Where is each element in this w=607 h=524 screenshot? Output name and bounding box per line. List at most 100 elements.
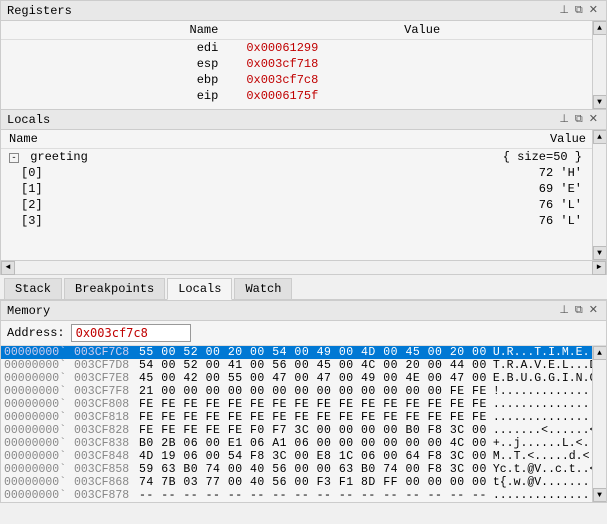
- locals-greeting-row: - greeting { size=50 }: [1, 149, 606, 166]
- memory-addr1: 00000000`: [1, 385, 71, 398]
- locals-close-btn[interactable]: ✕: [587, 114, 600, 125]
- memory-row[interactable]: 00000000`003CF7F821 00 00 00 00 00 00 00…: [1, 385, 606, 398]
- memory-hex: FE FE FE FE FE FE FE FE FE FE FE FE FE F…: [136, 398, 490, 411]
- memory-ascii: ................: [490, 489, 606, 502]
- locals-scrollbar-h[interactable]: ◄ ►: [1, 260, 606, 274]
- locals-scroll-right[interactable]: ►: [592, 261, 606, 275]
- memory-float-btn[interactable]: ⧉: [573, 305, 585, 316]
- tab-stack[interactable]: Stack: [4, 278, 62, 299]
- memory-addr2: 003CF848: [71, 450, 136, 463]
- memory-scroll-down[interactable]: ▼: [593, 488, 607, 502]
- memory-row[interactable]: 00000000`003CF808FE FE FE FE FE FE FE FE…: [1, 398, 606, 411]
- tab-breakpoints[interactable]: Breakpoints: [64, 278, 165, 299]
- memory-scrollbar-v[interactable]: ▲ ▼: [592, 346, 606, 502]
- memory-hex: FE FE FE FE FE FE FE FE FE FE FE FE FE F…: [136, 411, 490, 424]
- locals-table: Name Value - greeting { size=50 } [0] 72…: [1, 130, 606, 229]
- locals-greeting-2-name: [2]: [1, 197, 279, 213]
- memory-row[interactable]: 00000000`003CF878-- -- -- -- -- -- -- --…: [1, 489, 606, 502]
- memory-row[interactable]: 00000000`003CF818FE FE FE FE FE FE FE FE…: [1, 411, 606, 424]
- memory-row[interactable]: 00000000`003CF838B0 2B 06 00 E1 06 A1 06…: [1, 437, 606, 450]
- registers-panel: Registers ⊥ ⧉ ✕ Name Value edi0x00061299…: [0, 0, 607, 110]
- memory-rows: 00000000`003CF7C855 00 52 00 20 00 54 00…: [1, 346, 606, 502]
- memory-row[interactable]: 00000000`003CF86874 7B 03 77 00 40 56 00…: [1, 476, 606, 489]
- locals-float-btn[interactable]: ⧉: [573, 114, 585, 125]
- memory-pin-btn[interactable]: ⊥: [557, 305, 571, 316]
- locals-col-name: Name: [1, 130, 279, 149]
- memory-addr1: 00000000`: [1, 489, 71, 502]
- memory-addr1: 00000000`: [1, 424, 71, 437]
- locals-pin-btn[interactable]: ⊥: [557, 114, 571, 125]
- tab-watch[interactable]: Watch: [234, 278, 292, 299]
- memory-address-label: Address:: [7, 326, 65, 340]
- memory-addr2: 003CF808: [71, 398, 136, 411]
- memory-row[interactable]: 00000000`003CF828FE FE FE FE FE F0 F7 3C…: [1, 424, 606, 437]
- locals-scroll-down[interactable]: ▼: [593, 246, 607, 260]
- memory-ascii: ................: [490, 398, 606, 411]
- registers-scroll-down[interactable]: ▼: [593, 95, 607, 109]
- memory-ascii: U.R...T.I.M.E. .: [490, 346, 606, 359]
- register-row: eip0x0006175f: [1, 88, 606, 104]
- memory-addr2: 003CF858: [71, 463, 136, 476]
- memory-hex: 21 00 00 00 00 00 00 00 00 00 00 00 00 0…: [136, 385, 490, 398]
- memory-ascii: T.R.A.V.E.L...D.: [490, 359, 606, 372]
- locals-greeting-0-value: 72 'H': [279, 165, 606, 181]
- registers-scroll-track[interactable]: [593, 35, 606, 95]
- memory-hex: 59 63 B0 74 00 40 56 00 00 63 B0 74 00 F…: [136, 463, 490, 476]
- memory-title: Memory: [7, 304, 50, 318]
- greeting-expand-icon[interactable]: -: [9, 153, 19, 163]
- reg-value: 0x00061299: [238, 40, 606, 57]
- memory-ascii: +..j......L.<.: [490, 437, 606, 450]
- registers-header: Registers ⊥ ⧉ ✕: [1, 1, 606, 21]
- memory-addr1: 00000000`: [1, 450, 71, 463]
- registers-scroll-up[interactable]: ▲: [593, 21, 607, 35]
- locals-greeting-0-name: [0]: [1, 165, 279, 181]
- memory-hex: 74 7B 03 77 00 40 56 00 F3 F1 8D FF 00 0…: [136, 476, 490, 489]
- memory-addr2: 003CF838: [71, 437, 136, 450]
- registers-pin-btn[interactable]: ⊥: [557, 5, 571, 16]
- memory-address-input[interactable]: [71, 324, 191, 342]
- memory-scroll-up[interactable]: ▲: [593, 346, 607, 360]
- tab-locals[interactable]: Locals: [167, 278, 232, 300]
- registers-scrollbar[interactable]: ▲ ▼: [592, 21, 606, 109]
- memory-row[interactable]: 00000000`003CF7D854 00 52 00 41 00 56 00…: [1, 359, 606, 372]
- locals-scroll-left[interactable]: ◄: [1, 261, 15, 275]
- locals-scroll-track-v[interactable]: [593, 144, 606, 246]
- registers-controls: ⊥ ⧉ ✕: [557, 5, 600, 16]
- registers-col-value: Value: [238, 21, 606, 40]
- memory-row[interactable]: 00000000`003CF8484D 19 06 00 54 F8 3C 00…: [1, 450, 606, 463]
- locals-greeting-3-value: 76 'L': [279, 213, 606, 229]
- registers-col-name: Name: [1, 21, 238, 40]
- locals-greeting-2-row: [2] 76 'L': [1, 197, 606, 213]
- registers-float-btn[interactable]: ⧉: [573, 5, 585, 16]
- registers-title: Registers: [7, 4, 72, 18]
- memory-ascii: E.B.U.G.G.I.N.G.: [490, 372, 606, 385]
- memory-ascii: Yc.t.@V..c.t..<.: [490, 463, 606, 476]
- memory-row[interactable]: 00000000`003CF85859 63 B0 74 00 40 56 00…: [1, 463, 606, 476]
- locals-greeting-name: - greeting: [1, 149, 279, 166]
- memory-addr1: 00000000`: [1, 463, 71, 476]
- register-row: esp0x003cf718: [1, 56, 606, 72]
- locals-greeting-1-row: [1] 69 'E': [1, 181, 606, 197]
- locals-scroll-track-h[interactable]: [15, 261, 592, 274]
- memory-hex: 54 00 52 00 41 00 56 00 45 00 4C 00 20 0…: [136, 359, 490, 372]
- locals-greeting-0-row: [0] 72 'H': [1, 165, 606, 181]
- locals-greeting-3-row: [3] 76 'L': [1, 213, 606, 229]
- memory-row[interactable]: 00000000`003CF7C855 00 52 00 20 00 54 00…: [1, 346, 606, 359]
- reg-name: esp: [1, 56, 238, 72]
- memory-header: Memory ⊥ ⧉ ✕: [1, 301, 606, 321]
- memory-addr2: 003CF7C8: [71, 346, 136, 359]
- reg-value: 0x003cf718: [238, 56, 606, 72]
- memory-ascii: M..T.<.....d.<.: [490, 450, 606, 463]
- memory-scroll-track[interactable]: [593, 360, 606, 488]
- memory-row[interactable]: 00000000`003CF7E845 00 42 00 55 00 47 00…: [1, 372, 606, 385]
- memory-ascii: !...............: [490, 385, 606, 398]
- locals-col-value: Value: [279, 130, 606, 149]
- memory-hex: 45 00 42 00 55 00 47 00 47 00 49 00 4E 0…: [136, 372, 490, 385]
- registers-close-btn[interactable]: ✕: [587, 5, 600, 16]
- memory-controls: ⊥ ⧉ ✕: [557, 305, 600, 316]
- locals-scroll-up[interactable]: ▲: [593, 130, 607, 144]
- locals-scrollbar-v[interactable]: ▲ ▼: [592, 130, 606, 260]
- registers-table: Name Value edi0x00061299esp0x003cf718ebp…: [1, 21, 606, 104]
- memory-hex: 4D 19 06 00 54 F8 3C 00 E8 1C 06 00 64 F…: [136, 450, 490, 463]
- memory-close-btn[interactable]: ✕: [587, 305, 600, 316]
